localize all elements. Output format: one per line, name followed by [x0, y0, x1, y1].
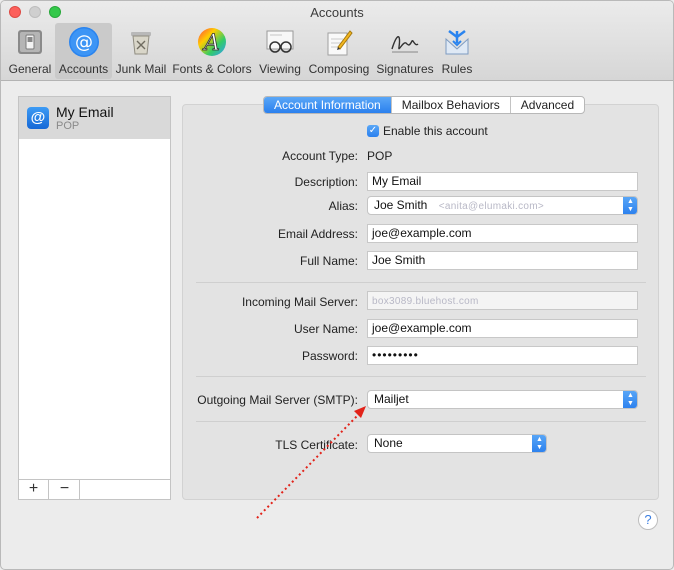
accounts-window: Accounts General @ Accounts Junk Mail A	[0, 0, 674, 570]
annotation-arrow	[256, 406, 366, 519]
